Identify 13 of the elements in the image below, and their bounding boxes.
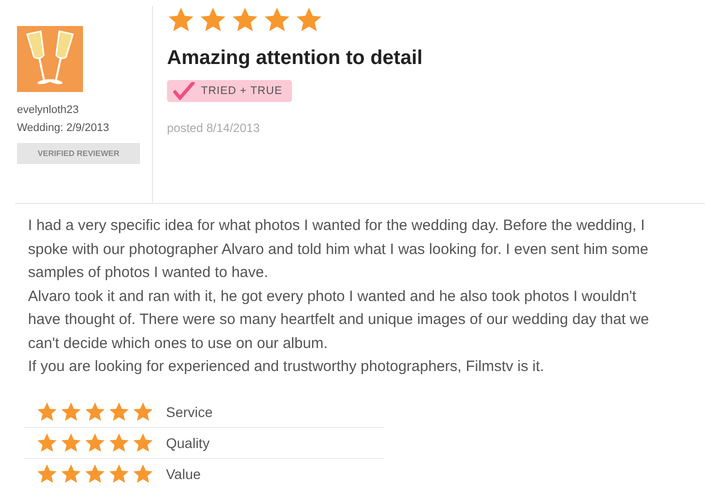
review-paragraph: Alvaro took it and ran with it, he got every photo I wanted and he also took photos I wouldn't have thought of. There were so many heartfelt and unique images of our wedding day that we can't decide which ones to use on our album. (28, 286, 650, 354)
rating-category: Quality (166, 434, 210, 450)
posted-date: posted 8/14/2013 (167, 121, 261, 135)
champagne-glasses-icon (17, 26, 83, 92)
review-title: Amazing attention to detail (167, 47, 423, 70)
tried-true-badge: TRIED + TRUE (167, 80, 292, 102)
verified-reviewer-badge: VERIFIED REVIEWER (17, 143, 140, 164)
reviewer-name: evelynloth23 (17, 104, 80, 116)
rating-category: Service (166, 404, 213, 420)
review-paragraph: If you are looking for experienced and trustworthy photographers, Filmstv is it. (28, 357, 546, 377)
review-paragraph: I had a very specific idea for what photos I wanted for the wedding day. Before the wedding, I spoke with our photographer Alvaro and told him what I was looking for. I even sent him some samples of photos I wanted to have. (28, 216, 650, 283)
rating-category: Value (166, 466, 201, 482)
wedding-date: Wedding: 2/9/2013 (17, 122, 110, 134)
